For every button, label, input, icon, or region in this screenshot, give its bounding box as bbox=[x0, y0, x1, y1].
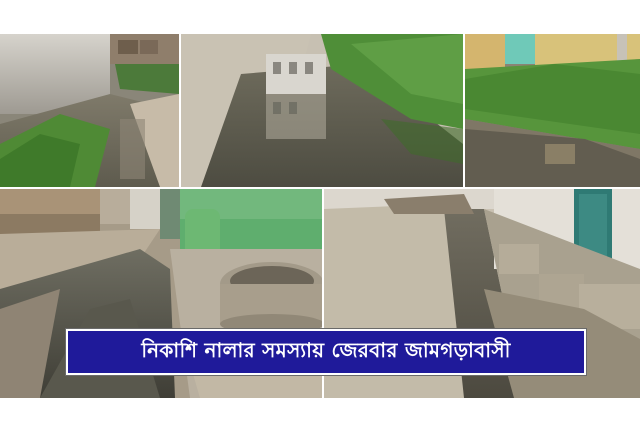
photo-top-right bbox=[465, 34, 640, 187]
collage-frame: নিকাশি নালার সমস্যায় জেরবার জামগড়াবাসী bbox=[0, 0, 640, 427]
caption-text: নিকাশি নালার সমস্যায় জেরবার জামগড়াবাসী bbox=[141, 337, 511, 362]
caption-banner: নিকাশি নালার সমস্যায় জেরবার জামগড়াবাসী bbox=[66, 329, 586, 375]
photo-top-left bbox=[0, 34, 179, 187]
photo-top-center bbox=[181, 34, 463, 187]
